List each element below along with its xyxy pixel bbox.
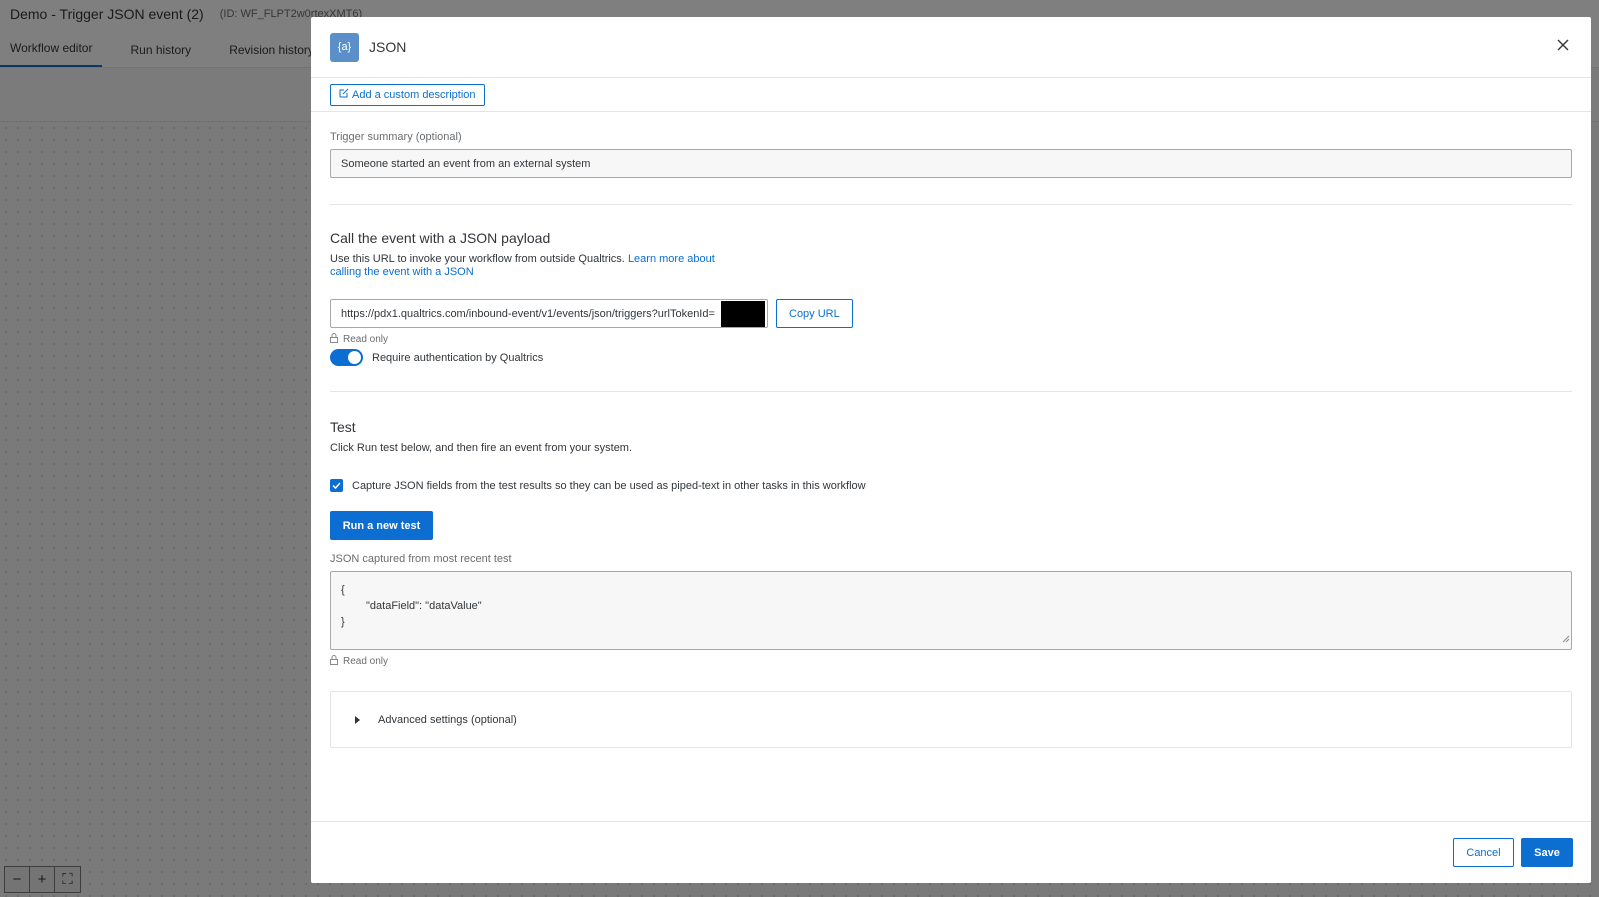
modal-body: Trigger summary (optional) Someone start… <box>311 131 1591 748</box>
capture-checkbox[interactable] <box>330 479 343 492</box>
json-captured-label: JSON captured from most recent test <box>330 553 512 565</box>
trigger-summary-label: Trigger summary (optional) <box>330 131 462 143</box>
close-icon[interactable] <box>1553 35 1573 55</box>
auth-toggle-row: Require authentication by Qualtrics <box>330 349 1572 366</box>
trigger-url-field[interactable]: https://pdx1.qualtrics.com/inbound-event… <box>330 299 768 328</box>
divider <box>330 204 1572 205</box>
save-button[interactable]: Save <box>1521 838 1573 867</box>
description-bar: Add a custom description <box>311 78 1591 112</box>
call-section-title: Call the event with a JSON payload <box>330 230 551 246</box>
cancel-button[interactable]: Cancel <box>1453 838 1514 867</box>
json-line: "dataField": "dataValue" <box>366 600 482 612</box>
json-captured-textarea[interactable]: { "dataField": "dataValue" } <box>330 571 1572 650</box>
json-icon: {a} <box>330 32 359 62</box>
json-read-only: Read only <box>330 655 1572 668</box>
read-only-label: Read only <box>343 656 389 667</box>
capture-label: Capture JSON fields from the test result… <box>352 479 866 492</box>
read-only-label: Read only <box>343 334 389 345</box>
add-description-button[interactable]: Add a custom description <box>330 83 485 106</box>
redacted-token <box>721 301 765 327</box>
copy-url-button[interactable]: Copy URL <box>776 299 853 328</box>
call-section-description: Use this URL to invoke your workflow fro… <box>330 253 730 279</box>
add-description-label: Add a custom description <box>352 88 476 101</box>
modal-footer: Cancel Save <box>311 821 1591 883</box>
url-read-only: Read only <box>330 333 1572 346</box>
auth-toggle-label: Require authentication by Qualtrics <box>372 351 544 364</box>
advanced-settings-expander[interactable]: Advanced settings (optional) <box>330 691 1572 748</box>
modal-header: {a} JSON <box>311 17 1591 78</box>
call-description-text: Use this URL to invoke your workflow fro… <box>330 253 625 265</box>
auth-toggle[interactable] <box>330 349 363 366</box>
json-trigger-modal: {a} JSON Add a custom description Trigge… <box>311 17 1591 883</box>
resize-handle-icon[interactable] <box>1562 632 1570 648</box>
lock-icon <box>330 655 338 668</box>
checkmark-icon <box>332 479 341 493</box>
url-row: https://pdx1.qualtrics.com/inbound-event… <box>330 299 1572 328</box>
run-test-button[interactable]: Run a new test <box>330 511 433 540</box>
advanced-settings-label: Advanced settings (optional) <box>378 713 517 726</box>
lock-icon <box>330 333 338 346</box>
test-section-title: Test <box>330 419 356 435</box>
test-section-description: Click Run test below, and then fire an e… <box>330 442 633 454</box>
trigger-url-text: https://pdx1.qualtrics.com/inbound-event… <box>341 307 715 320</box>
caret-right-icon <box>355 713 360 727</box>
divider <box>330 391 1572 392</box>
modal-title: JSON <box>369 39 407 55</box>
json-line: } <box>341 616 345 628</box>
capture-row: Capture JSON fields from the test result… <box>330 479 1572 492</box>
trigger-summary-input[interactable]: Someone started an event from an externa… <box>330 149 1572 178</box>
edit-icon <box>339 88 349 101</box>
json-line: { <box>341 584 345 596</box>
